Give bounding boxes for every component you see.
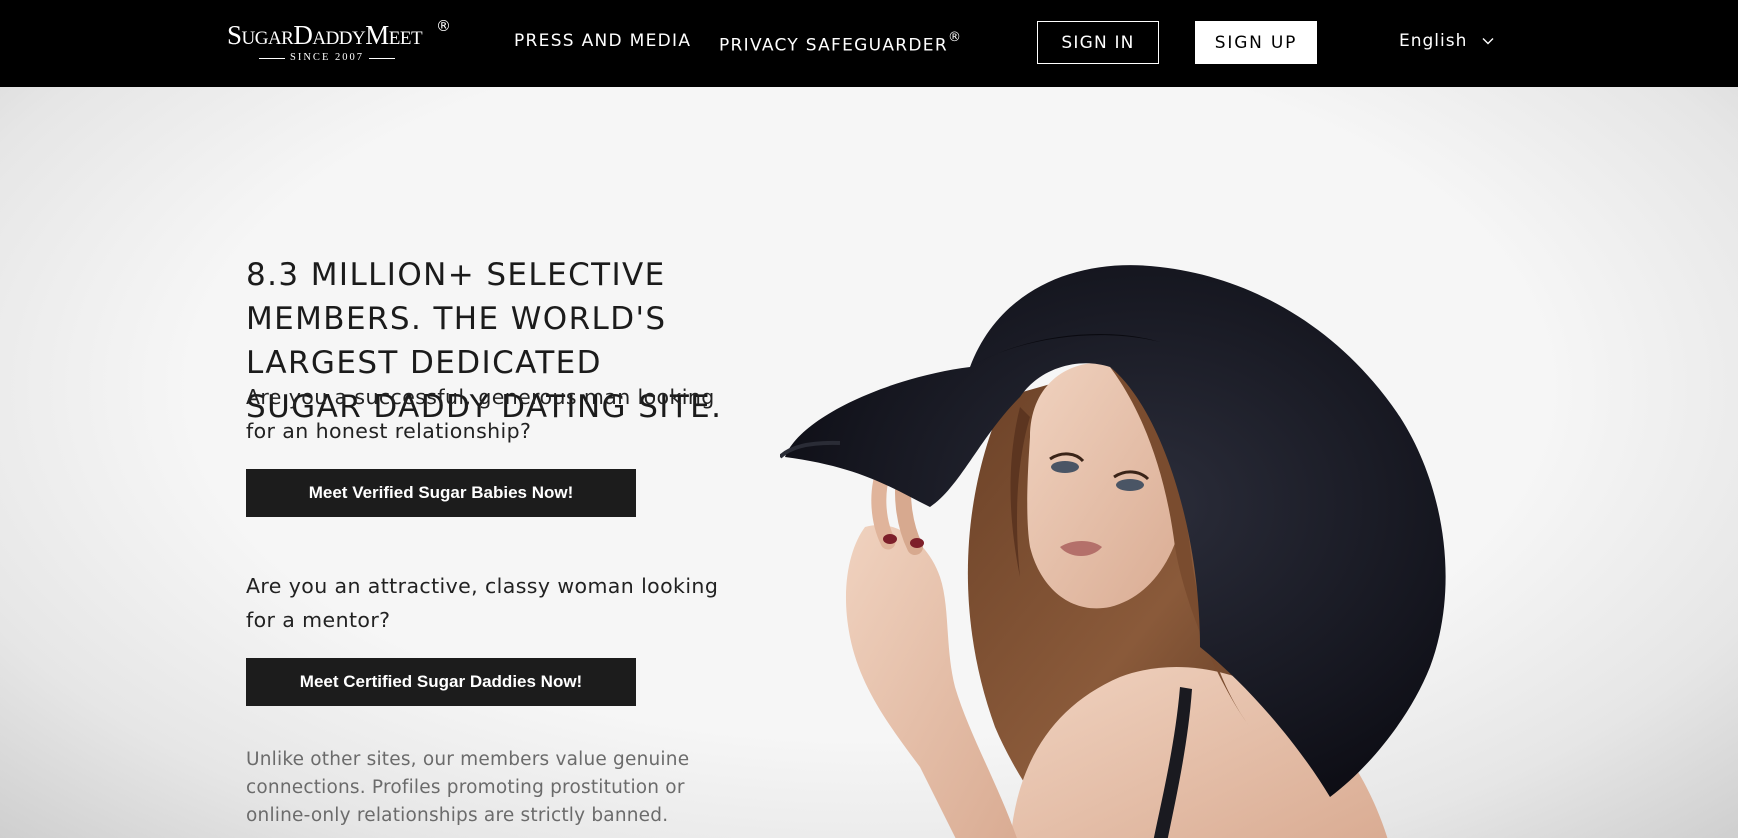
registered-mark: ®: [947, 30, 963, 45]
membership-disclaimer: Unlike other sites, our members value ge…: [246, 749, 690, 826]
hero-section: 8.3 MILLION+ SELECTIVE MEMBERS. THE WORL…: [0, 87, 1738, 838]
logo-wordmark: SugarDaddyMeet: [227, 20, 423, 50]
meet-sugar-babies-button[interactable]: Meet Verified Sugar Babies Now!: [246, 469, 636, 517]
question-men: Are you a successful, generous man looki…: [246, 385, 715, 443]
nav-link-privacy-safeguarder[interactable]: PRIVACY SAFEGUARDER®: [719, 30, 962, 57]
top-nav: SugarDaddyMeet ® SINCE 2007 PRESS AND ME…: [0, 0, 1738, 87]
language-label: English: [1399, 31, 1468, 51]
nav-link-label: PRESS AND MEDIA: [514, 31, 692, 51]
sign-in-button[interactable]: SIGN IN: [1037, 21, 1159, 64]
chevron-down-icon: [1482, 38, 1494, 45]
sign-up-button[interactable]: SIGN UP: [1195, 21, 1317, 64]
hero-photo-woman-in-hat: [780, 265, 1446, 838]
logo[interactable]: SugarDaddyMeet ® SINCE 2007: [227, 18, 453, 68]
nav-link-label: PRIVACY SAFEGUARDER: [719, 35, 948, 56]
logo-rule-right: [369, 58, 395, 59]
logo-since-text: SINCE 2007: [290, 52, 364, 63]
nav-link-press-and-media[interactable]: PRESS AND MEDIA: [514, 30, 691, 52]
logo-registered-mark: ®: [436, 17, 451, 35]
language-selector[interactable]: English: [1399, 30, 1495, 52]
question-women: Are you an attractive, classy woman look…: [246, 574, 719, 632]
meet-sugar-daddies-button[interactable]: Meet Certified Sugar Daddies Now!: [246, 658, 636, 706]
logo-tagline: SINCE 2007: [259, 52, 395, 64]
logo-rule-left: [259, 58, 285, 59]
